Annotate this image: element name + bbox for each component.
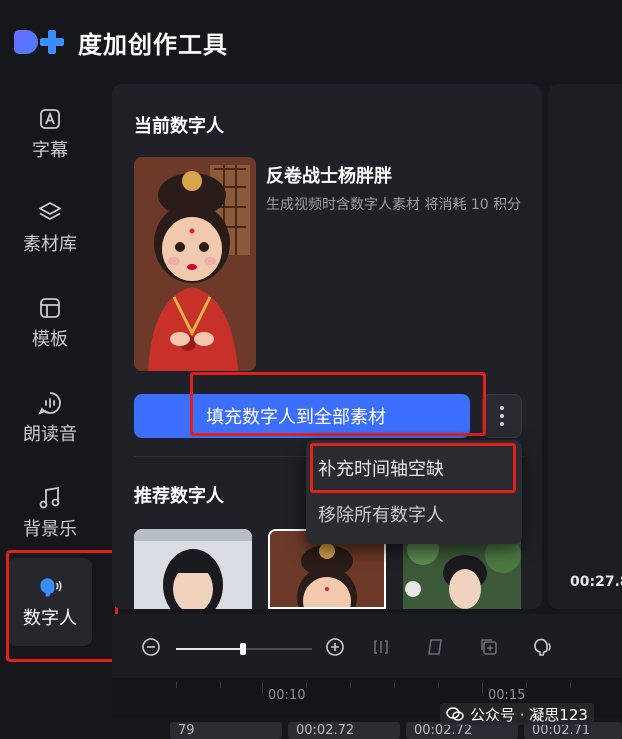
digital-human-track-icon[interactable]	[532, 636, 554, 658]
ruler-tick	[176, 682, 177, 688]
current-avatar-description: 生成视频时含数字人素材 将消耗 10 积分	[266, 197, 522, 213]
watermark-text: 公众号 · 凝思123	[470, 705, 588, 724]
app-header: 度加创作工具	[0, 0, 622, 84]
ruler-tick	[570, 682, 571, 688]
app-title: 度加创作工具	[78, 30, 228, 59]
wechat-watermark: 公众号 · 凝思123	[440, 703, 594, 725]
sidebar: 字幕 素材库 模板 朗读音 背景乐 数字人	[0, 84, 95, 739]
preview-timestamp: 00:27.8	[570, 574, 622, 590]
crop-icon[interactable]	[424, 636, 446, 658]
ruler-tick	[394, 682, 395, 688]
template-icon	[37, 295, 63, 321]
recommended-avatar-1[interactable]	[134, 529, 252, 609]
ruler-label: 00:15	[488, 688, 526, 703]
ruler-tick	[262, 682, 263, 694]
more-options-menu: 补充时间轴空缺 移除所有数字人	[306, 440, 522, 544]
sidebar-item-digital-human[interactable]: 数字人	[8, 558, 92, 646]
sidebar-item-label: 数字人	[23, 608, 77, 629]
recommended-avatars-title: 推荐数字人	[134, 486, 224, 507]
app-logo-icon	[14, 28, 70, 56]
sidebar-item-caption[interactable]: 字幕	[8, 90, 92, 178]
timeline-clip[interactable]: 79	[170, 722, 282, 739]
ruler-tick	[526, 682, 527, 688]
sidebar-item-label: 素材库	[23, 234, 77, 255]
music-note-icon	[37, 485, 63, 511]
ruler-tick	[350, 682, 351, 688]
menu-item-remove-all-avatars[interactable]: 移除所有数字人	[318, 496, 444, 532]
zoom-out-icon[interactable]	[140, 636, 162, 658]
voice-icon	[37, 390, 63, 416]
video-preview-panel	[548, 84, 622, 609]
layers-icon	[37, 200, 63, 226]
zoom-in-icon[interactable]	[324, 636, 346, 658]
sidebar-item-template[interactable]: 模板	[8, 279, 92, 367]
more-vertical-icon	[500, 404, 504, 428]
sidebar-item-label: 背景乐	[23, 519, 77, 540]
ruler-tick	[438, 682, 439, 688]
ruler-label: 00:10	[268, 688, 306, 703]
fill-all-materials-button[interactable]: 填充数字人到全部素材	[134, 394, 470, 438]
current-avatar-image[interactable]	[134, 157, 256, 371]
digital-human-icon	[37, 574, 63, 600]
sidebar-item-label: 字幕	[32, 140, 68, 161]
split-icon[interactable]	[370, 636, 392, 658]
sidebar-item-music[interactable]: 背景乐	[8, 469, 92, 557]
wechat-icon	[446, 707, 464, 721]
timeline-clip[interactable]: 00:02.72	[288, 722, 400, 739]
zoom-slider-handle[interactable]	[240, 643, 246, 655]
sidebar-item-label: 朗读音	[23, 424, 77, 445]
zoom-slider-fill	[176, 648, 244, 650]
add-copy-icon[interactable]	[478, 636, 500, 658]
sidebar-item-library[interactable]: 素材库	[8, 184, 92, 272]
sidebar-item-voice[interactable]: 朗读音	[8, 374, 92, 462]
current-avatar-title: 当前数字人	[134, 116, 224, 137]
more-options-button[interactable]	[482, 394, 522, 438]
caption-icon	[37, 106, 63, 132]
ruler-tick	[306, 682, 307, 688]
app-window: 度加创作工具 字幕 素材库 模板 朗读音 背景乐 数字人 当前数字人 反卷战士杨…	[0, 0, 622, 739]
current-avatar-name: 反卷战士杨胖胖	[266, 166, 392, 187]
ruler-tick	[482, 682, 483, 694]
sidebar-item-label: 模板	[32, 329, 68, 350]
ruler-tick	[220, 682, 221, 688]
menu-item-fill-timeline-gaps[interactable]: 补充时间轴空缺	[318, 450, 444, 486]
